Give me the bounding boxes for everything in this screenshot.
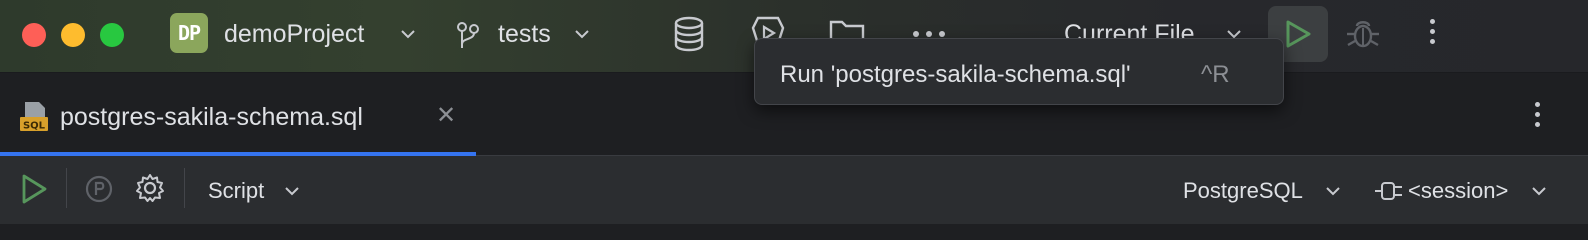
svg-text:SQL: SQL: [23, 121, 46, 132]
close-window-button[interactable]: [22, 23, 46, 47]
tooltip-text: Run 'postgres-sakila-schema.sql': [780, 61, 1131, 88]
toolbar-separator: [184, 168, 185, 208]
session-selector[interactable]: <session>: [1408, 178, 1508, 204]
execution-mode-selector[interactable]: Script: [208, 178, 264, 204]
tab-options-icon[interactable]: [1535, 102, 1541, 132]
minimize-window-button[interactable]: [61, 23, 85, 47]
chevron-down-icon[interactable]: [400, 28, 416, 40]
execute-icon[interactable]: [20, 173, 48, 205]
zoom-window-button[interactable]: [100, 23, 124, 47]
project-badge[interactable]: DP: [170, 13, 208, 53]
play-icon: [1286, 20, 1311, 48]
gear-icon[interactable]: [135, 173, 165, 203]
database-icon[interactable]: [672, 14, 706, 54]
project-name[interactable]: demoProject: [224, 20, 364, 49]
branch-name[interactable]: tests: [498, 20, 551, 49]
editor-toolbar: Script PostgreSQL <session>: [0, 156, 1588, 224]
chevron-down-icon[interactable]: [574, 28, 590, 40]
tab-label: postgres-sakila-schema.sql: [60, 103, 363, 131]
git-branch-icon[interactable]: [455, 20, 481, 52]
debug-icon[interactable]: [1345, 16, 1381, 52]
more-actions-icon[interactable]: [1430, 19, 1436, 49]
toolbar-separator: [66, 168, 67, 208]
plug-icon: [1375, 182, 1402, 200]
sql-dialect-selector[interactable]: PostgreSQL: [1183, 178, 1303, 204]
chevron-down-icon[interactable]: [284, 185, 300, 197]
editor-tab-active[interactable]: SQL postgres-sakila-schema.sql ✕: [0, 73, 476, 156]
chevron-down-icon[interactable]: [1531, 185, 1547, 197]
explain-plan-icon[interactable]: [84, 174, 114, 204]
run-tooltip: Run 'postgres-sakila-schema.sql' ^R: [754, 38, 1284, 105]
more-horizontal-icon[interactable]: [912, 30, 946, 38]
close-tab-icon[interactable]: ✕: [436, 101, 456, 130]
chevron-down-icon[interactable]: [1325, 185, 1341, 197]
tooltip-shortcut: ^R: [1201, 61, 1230, 88]
sql-file-icon: SQL: [20, 102, 48, 132]
